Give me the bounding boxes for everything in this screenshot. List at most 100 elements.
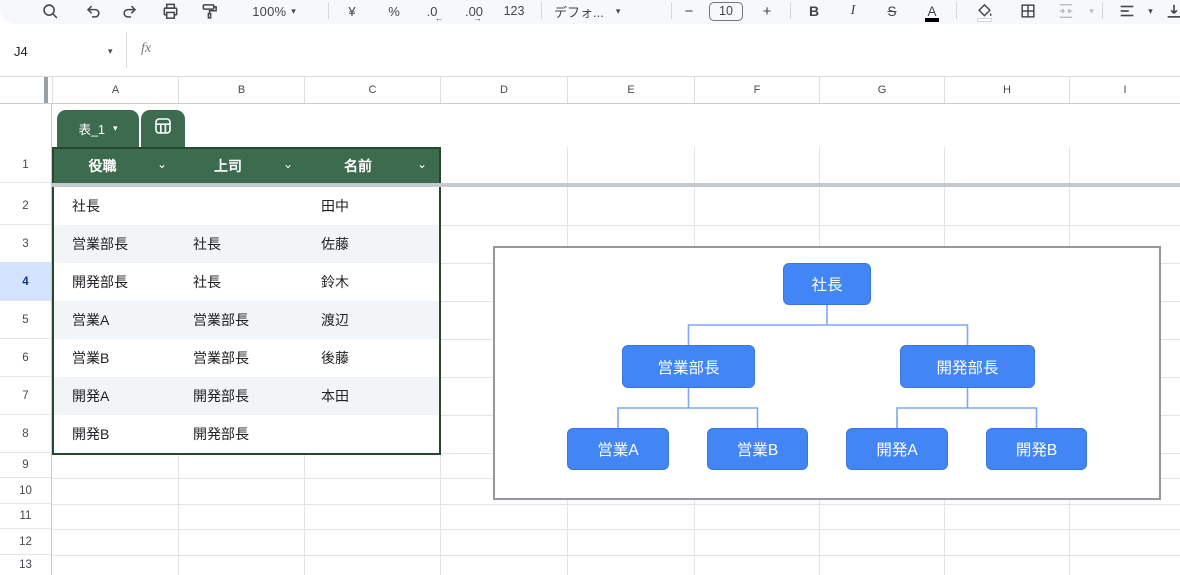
- table-row: 営業A 営業部長 渡辺: [54, 301, 439, 339]
- column-header-c[interactable]: C: [304, 77, 440, 103]
- cell[interactable]: 田中: [305, 196, 439, 216]
- separator: [328, 2, 329, 19]
- table-header-joushi[interactable]: 上司 ⌄: [179, 149, 305, 183]
- table-name-chip[interactable]: 表_1 ▾: [57, 110, 139, 147]
- merge-cells-button[interactable]: [1053, 0, 1079, 22]
- row-header-8[interactable]: 8: [0, 415, 51, 453]
- formula-input[interactable]: [170, 32, 1170, 68]
- font-family-select[interactable]: デフォ... ▾: [554, 0, 654, 22]
- cell[interactable]: 開発A: [54, 386, 179, 406]
- column-header-b[interactable]: B: [178, 77, 304, 103]
- cell[interactable]: 社長: [179, 234, 305, 254]
- column-filter-chevron-icon[interactable]: ⌄: [157, 157, 167, 171]
- cell[interactable]: 営業部長: [179, 348, 305, 368]
- table-header-yakushoku[interactable]: 役職 ⌄: [54, 149, 179, 183]
- table-header-namae[interactable]: 名前 ⌄: [305, 149, 439, 183]
- borders-button[interactable]: [1015, 0, 1041, 22]
- column-header-h[interactable]: H: [944, 77, 1069, 103]
- column-header-i[interactable]: I: [1069, 77, 1180, 103]
- cell[interactable]: 佐藤: [305, 234, 439, 254]
- toolbar: 100% ▾ ¥ % .0← .00→ 123 デフォ... ▾ − 10: [0, 0, 1180, 24]
- name-box[interactable]: J4 ▾: [6, 36, 116, 66]
- org-node-dev-b: 開発B: [986, 428, 1087, 470]
- fill-color-button[interactable]: [971, 0, 997, 22]
- column-filter-chevron-icon[interactable]: ⌄: [417, 157, 427, 171]
- column-header-d[interactable]: D: [440, 77, 567, 103]
- cell[interactable]: 後藤: [305, 348, 439, 368]
- bold-icon: B: [809, 3, 819, 19]
- row-header-9[interactable]: 9: [0, 453, 51, 478]
- currency-yen-icon: ¥: [348, 4, 355, 19]
- redo-button[interactable]: [118, 0, 142, 22]
- undo-button[interactable]: [81, 0, 105, 22]
- cell[interactable]: 社長: [54, 196, 179, 216]
- row-header-7[interactable]: 7: [0, 377, 51, 415]
- zoom-select[interactable]: 100% ▾: [236, 0, 312, 22]
- cell[interactable]: 営業B: [54, 348, 179, 368]
- increase-decimal-icon: .00→: [465, 4, 483, 19]
- font-size-input[interactable]: 10: [706, 0, 746, 22]
- row-header-10[interactable]: 10: [0, 478, 51, 504]
- cell[interactable]: 営業部長: [179, 310, 305, 330]
- freeze-handle[interactable]: [44, 77, 48, 103]
- percent-format-button[interactable]: %: [382, 0, 406, 22]
- italic-icon: I: [851, 3, 856, 19]
- decrease-font-size-button[interactable]: −: [679, 0, 699, 22]
- paint-roller-icon: [200, 2, 219, 21]
- vertical-align-button[interactable]: [1162, 0, 1180, 22]
- org-node-dev-a: 開発A: [846, 428, 948, 470]
- strikethrough-button[interactable]: S: [880, 0, 904, 22]
- column-header-e[interactable]: E: [567, 77, 694, 103]
- text-color-button[interactable]: A: [920, 0, 944, 22]
- cell[interactable]: 営業部長: [54, 234, 179, 254]
- frozen-row-divider[interactable]: [0, 183, 1180, 187]
- row-header-12[interactable]: 12: [0, 529, 51, 555]
- decrease-decimal-icon: .0←: [427, 4, 438, 19]
- increase-decimal-button[interactable]: .00→: [459, 0, 489, 22]
- chevron-down-icon: ▾: [1148, 6, 1153, 17]
- cell[interactable]: 本田: [305, 386, 439, 406]
- row-header-11[interactable]: 11: [0, 504, 51, 529]
- column-filter-chevron-icon[interactable]: ⌄: [283, 157, 293, 171]
- cell[interactable]: 社長: [179, 272, 305, 292]
- search-button[interactable]: [38, 0, 62, 22]
- column-header-a[interactable]: A: [52, 77, 178, 103]
- row-header-6[interactable]: 6: [0, 339, 51, 377]
- table-row: 社長 田中: [54, 187, 439, 225]
- currency-format-button[interactable]: ¥: [340, 0, 364, 22]
- increase-font-size-button[interactable]: +: [757, 0, 777, 22]
- separator: [541, 2, 542, 19]
- paint-format-button[interactable]: [196, 0, 222, 22]
- column-header-f[interactable]: F: [694, 77, 819, 103]
- horizontal-align-button[interactable]: [1114, 0, 1140, 22]
- org-chart-drawing[interactable]: 社長 営業部長 開発部長 営業A 営業B 開発A 開発B: [493, 246, 1161, 500]
- row-header-5[interactable]: 5: [0, 301, 51, 339]
- horizontal-align-dropdown[interactable]: ▾: [1141, 0, 1155, 22]
- cell[interactable]: 開発部長: [54, 272, 179, 292]
- row-header-2[interactable]: 2: [0, 187, 51, 225]
- plus-icon: +: [763, 3, 772, 20]
- row-header-4-selected[interactable]: 4: [0, 263, 51, 301]
- gridline: [52, 529, 1180, 530]
- decrease-decimal-button[interactable]: .0←: [419, 0, 445, 22]
- data-table: 役職 ⌄ 上司 ⌄ 名前 ⌄ 社長 田中 営業部長 社長 佐藤 開発部長 社長: [52, 147, 441, 455]
- row-header-3[interactable]: 3: [0, 225, 51, 263]
- merge-cells-dropdown[interactable]: ▾: [1082, 0, 1096, 22]
- cell[interactable]: 開発B: [54, 424, 179, 444]
- italic-button[interactable]: I: [841, 0, 865, 22]
- separator: [790, 2, 791, 19]
- bold-button[interactable]: B: [802, 0, 826, 22]
- print-button[interactable]: [157, 0, 183, 22]
- number-format-button[interactable]: 123: [499, 0, 529, 22]
- cell[interactable]: 鈴木: [305, 272, 439, 292]
- row-header-1[interactable]: 1: [0, 147, 51, 183]
- cell[interactable]: 渡辺: [305, 310, 439, 330]
- align-left-icon: [1118, 2, 1136, 20]
- cell[interactable]: 営業A: [54, 310, 179, 330]
- redo-icon: [121, 2, 139, 20]
- row-header-13[interactable]: 13: [0, 555, 51, 575]
- table-options-chip[interactable]: [141, 110, 185, 147]
- cell[interactable]: 開発部長: [179, 424, 305, 444]
- cell[interactable]: 開発部長: [179, 386, 305, 406]
- column-header-g[interactable]: G: [819, 77, 944, 103]
